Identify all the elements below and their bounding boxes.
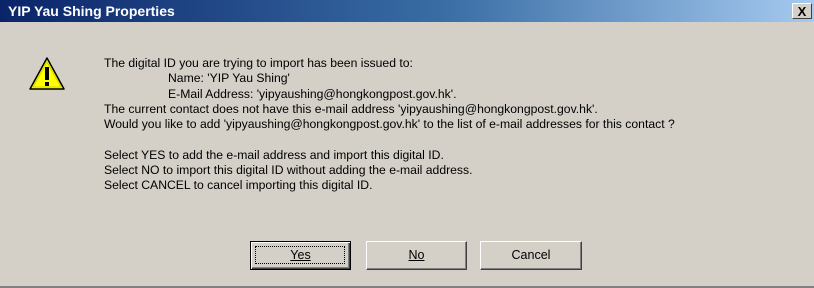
close-button[interactable]: X: [792, 3, 812, 19]
properties-dialog: YIP Yau Shing Properties X The digital I…: [0, 0, 814, 288]
window-title: YIP Yau Shing Properties: [8, 3, 175, 19]
yes-button[interactable]: Yes: [250, 241, 351, 270]
title-bar[interactable]: YIP Yau Shing Properties X: [0, 0, 814, 22]
no-button-label: No: [408, 248, 425, 262]
message-email-line: E-Mail Address: 'yipyaushing@hongkongpos…: [168, 86, 457, 101]
warning-icon: [29, 57, 65, 90]
cancel-button[interactable]: Cancel: [480, 241, 582, 270]
message-text: The digital ID you are trying to import …: [104, 56, 809, 194]
message-line: Select CANCEL to cancel importing this d…: [104, 178, 373, 193]
cancel-button-label: Cancel: [511, 248, 551, 262]
message-name-line: Name: 'YIP Yau Shing': [168, 71, 290, 86]
message-spacer: [104, 132, 809, 147]
message-line: Select YES to add the e-mail address and…: [104, 147, 444, 162]
no-button[interactable]: No: [366, 241, 467, 270]
message-line: The current contact does not have this e…: [104, 101, 598, 116]
message-question: Would you like to add 'yipyaushing@hongk…: [104, 117, 675, 132]
message-line: Select NO to import this digital ID with…: [104, 163, 473, 178]
yes-button-label: Yes: [290, 248, 311, 262]
message-line: The digital ID you are trying to import …: [104, 56, 413, 70]
